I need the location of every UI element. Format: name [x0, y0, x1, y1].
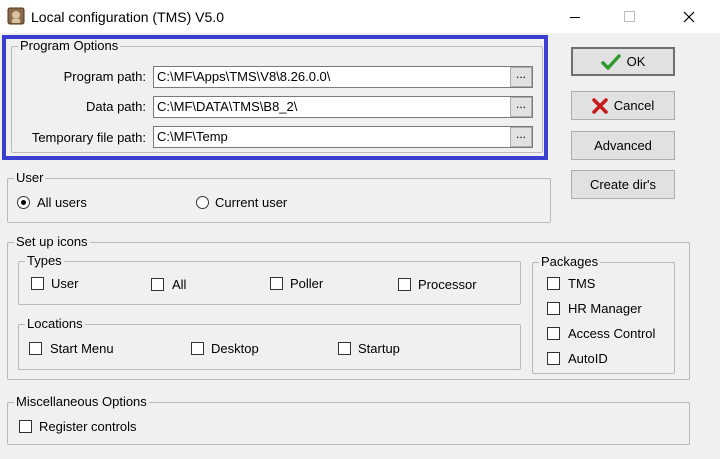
- window-title: Local configuration (TMS) V5.0: [31, 9, 224, 25]
- program-path-browse-button[interactable]: ...: [510, 67, 532, 87]
- temp-path-input[interactable]: C:\MF\Temp: [153, 126, 533, 148]
- program-path-input[interactable]: C:\MF\Apps\TMS\V8\8.26.0.0\: [153, 66, 533, 88]
- title-bar[interactable]: Local configuration (TMS) V5.0: [0, 0, 720, 33]
- locations-legend: Locations: [25, 316, 85, 332]
- type-processor-label: Processor: [418, 277, 477, 292]
- type-user-checkbox[interactable]: [31, 277, 44, 290]
- package-hr-manager-checkbox[interactable]: [547, 302, 560, 315]
- package-autoid-checkbox[interactable]: [547, 352, 560, 365]
- ok-label: OK: [626, 54, 646, 69]
- desktop-checkbox[interactable]: [191, 342, 204, 355]
- all-users-radio[interactable]: [17, 196, 30, 209]
- types-legend: Types: [25, 253, 64, 269]
- advanced-button[interactable]: Advanced: [571, 131, 675, 160]
- startup-checkbox[interactable]: [338, 342, 351, 355]
- type-processor-checkbox[interactable]: [398, 278, 411, 291]
- package-tms-checkbox[interactable]: [547, 277, 560, 290]
- check-icon: [600, 53, 621, 70]
- packages-legend: Packages: [539, 254, 601, 270]
- data-path-label: Data path:: [86, 99, 146, 114]
- current-user-label: Current user: [215, 195, 288, 210]
- create-dirs-label: Create dir's: [589, 177, 657, 192]
- package-autoid-label: AutoID: [568, 351, 608, 366]
- maximize-button[interactable]: [607, 0, 653, 33]
- cancel-label: Cancel: [613, 98, 655, 113]
- minimize-icon: [570, 16, 580, 18]
- package-access-control-label: Access Control: [568, 326, 656, 341]
- package-access-control-checkbox[interactable]: [547, 327, 560, 340]
- ok-button[interactable]: OK: [571, 47, 675, 76]
- data-path-input[interactable]: C:\MF\DATA\TMS\B8_2\: [153, 96, 533, 118]
- all-users-label: All users: [37, 195, 87, 210]
- type-all-checkbox[interactable]: [151, 278, 164, 291]
- desktop-label: Desktop: [211, 341, 259, 356]
- temp-path-browse-button[interactable]: ...: [510, 127, 532, 147]
- register-controls-label: Register controls: [39, 419, 137, 434]
- x-icon: [592, 97, 608, 114]
- type-user-label: User: [51, 276, 79, 291]
- package-tms-label: TMS: [568, 276, 596, 291]
- program-path-label: Program path:: [63, 69, 146, 84]
- data-path-browse-button[interactable]: ...: [510, 97, 532, 117]
- close-button[interactable]: [666, 0, 712, 33]
- advanced-label: Advanced: [594, 138, 652, 153]
- user-legend: User: [14, 170, 46, 186]
- register-controls-checkbox[interactable]: [19, 420, 32, 433]
- start-menu-label: Start Menu: [50, 341, 114, 356]
- misc-options-legend: Miscellaneous Options: [14, 394, 149, 410]
- startup-label: Startup: [358, 341, 400, 356]
- type-all-label: All: [172, 277, 187, 292]
- type-poller-label: Poller: [290, 276, 324, 291]
- setup-icons-legend: Set up icons: [14, 234, 90, 250]
- maximize-icon: [624, 10, 635, 22]
- package-hr-manager-label: HR Manager: [568, 301, 642, 316]
- create-dirs-button[interactable]: Create dir's: [571, 170, 675, 199]
- current-user-radio[interactable]: [196, 196, 209, 209]
- app-icon[interactable]: [7, 7, 25, 25]
- close-icon: [683, 11, 695, 22]
- temp-path-label: Temporary file path:: [31, 130, 146, 145]
- minimize-button[interactable]: [552, 0, 598, 33]
- start-menu-checkbox[interactable]: [29, 342, 42, 355]
- cancel-button[interactable]: Cancel: [571, 91, 675, 120]
- type-poller-checkbox[interactable]: [270, 277, 283, 290]
